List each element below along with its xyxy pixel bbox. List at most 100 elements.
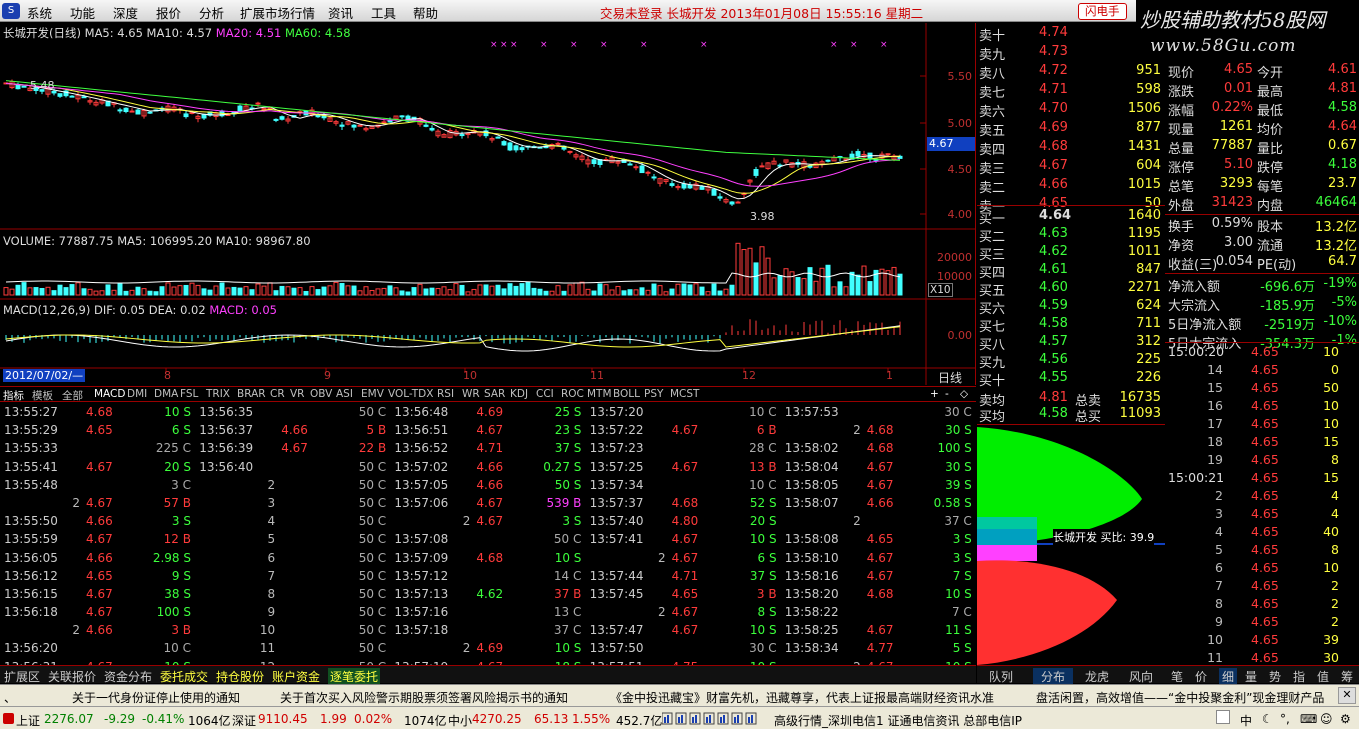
buy-level[interactable]: 买二 4.63 1195 <box>977 225 1165 245</box>
tick-row[interactable]: 13:58:25 4.67 11 S <box>781 621 976 639</box>
realtime-tick-row[interactable]: 16 4.65 10 <box>1165 397 1359 415</box>
tick-row[interactable]: 11 50 C <box>195 639 390 657</box>
tick-row[interactable]: 10 50 C <box>195 621 390 639</box>
tick-row[interactable]: 13:56:15 4.67 38 S <box>0 585 195 603</box>
tick-row[interactable]: 13:58:04 4.67 30 S <box>781 458 976 476</box>
realtime-tick-row[interactable]: 4 4.65 40 <box>1165 523 1359 541</box>
tick-row[interactable]: 13:58:20 4.68 10 S <box>781 585 976 603</box>
tick-row[interactable]: 4 50 C <box>195 512 390 530</box>
tab-macd[interactable]: MACD <box>94 388 125 400</box>
tick-row[interactable]: 13:57:20 10 C <box>586 403 781 421</box>
tab-queue[interactable]: 队列 <box>989 668 1013 685</box>
close-icon[interactable]: ✕ <box>1338 687 1356 704</box>
tab-vol-tdx[interactable]: VOL-TDX <box>388 388 433 400</box>
realtime-tick-row[interactable]: 5 4.65 8 <box>1165 541 1359 559</box>
index-sz-label[interactable]: 深证 <box>232 712 256 729</box>
menu-quote[interactable]: 报价 <box>156 3 181 22</box>
buy-level[interactable]: 买七 4.58 711 <box>977 315 1165 335</box>
tick-row[interactable]: 13:55:27 4.68 10 S <box>0 403 195 421</box>
tab-extended-area[interactable]: 扩展区 <box>4 668 40 685</box>
tick-row[interactable]: 13:57:09 4.68 10 S <box>390 549 585 567</box>
buy-level[interactable]: 买九 4.56 225 <box>977 351 1165 371</box>
tick-row[interactable]: 13:57:34 10 C <box>586 476 781 494</box>
tick-row[interactable]: 13:57:47 4.67 10 S <box>586 621 781 639</box>
tick-row[interactable]: 13:57:22 4.67 6 B <box>586 421 781 439</box>
tab-trend[interactable]: 势 <box>1269 668 1281 685</box>
tick-row[interactable]: 13:57:41 4.67 10 S <box>586 530 781 548</box>
tick-row[interactable]: 13:58:34 4.77 5 S <box>781 639 976 657</box>
tick-row[interactable]: 13:55:59 4.67 12 B <box>0 530 195 548</box>
chart-svg[interactable]: × × × × × × × × × × × <box>0 23 976 385</box>
tick-row[interactable]: 13:57:25 4.67 13 B <box>586 458 781 476</box>
tab-dmi[interactable]: DMI <box>127 388 147 400</box>
tick-row[interactable]: 13:58:22 7 C <box>781 603 976 621</box>
ime-logo-icon[interactable] <box>1216 710 1230 724</box>
realtime-tick-row[interactable]: 9 4.65 2 <box>1165 613 1359 631</box>
tick-row[interactable]: 13:56:05 4.66 2.98 S <box>0 549 195 567</box>
tab-trix[interactable]: TRIX <box>206 388 230 400</box>
tab-asi[interactable]: ASI <box>336 388 353 400</box>
tab-vr[interactable]: VR <box>290 388 304 400</box>
tick-row[interactable]: 13:58:16 4.67 7 S <box>781 567 976 585</box>
news-item[interactable]: 关于首次买入风险警示期股票须签署风险揭示书的通知 <box>280 689 568 706</box>
buy-level[interactable]: 买三 4.62 1011 <box>977 243 1165 263</box>
tick-row[interactable]: 13:57:44 4.71 37 S <box>586 567 781 585</box>
menu-analysis[interactable]: 分析 <box>199 3 224 22</box>
tab-psy[interactable]: PSY <box>644 388 663 400</box>
tick-row[interactable]: 13:57:06 4.67 539 B <box>390 494 585 512</box>
tab-roc[interactable]: ROC <box>561 388 584 400</box>
tick-row[interactable]: 9 50 C <box>195 603 390 621</box>
news-item[interactable]: 关于一代身份证停止使用的通知 <box>72 689 240 706</box>
sell-level[interactable]: 卖五 4.69 877 <box>977 119 1165 139</box>
tab-order-deals[interactable]: 委托成交 <box>160 668 208 685</box>
tab-tick-orders[interactable]: 逐笔委托 <box>328 668 381 685</box>
menu-tools[interactable]: 工具 <box>371 3 396 22</box>
realtime-tick-row[interactable]: 8 4.65 2 <box>1165 595 1359 613</box>
tab-distribution[interactable]: 分布 <box>1033 668 1074 685</box>
tab-indicator[interactable]: 指标 <box>3 388 24 403</box>
tick-row[interactable]: 2 4.67 3 S <box>390 512 585 530</box>
flash-trade-button[interactable]: 闪电手 <box>1078 3 1127 20</box>
tick-row[interactable]: 13:57:18 37 C <box>390 621 585 639</box>
realtime-tick-row[interactable]: 18 4.65 15 <box>1165 433 1359 451</box>
tick-row[interactable]: 13:56:20 10 C <box>0 639 195 657</box>
tab-kdj[interactable]: KDJ <box>510 388 528 400</box>
tab-template[interactable]: 模板 <box>32 388 53 403</box>
menu-news[interactable]: 资讯 <box>328 3 353 22</box>
realtime-tick-row[interactable]: 3 4.65 4 <box>1165 505 1359 523</box>
tick-row[interactable]: 13:57:45 4.65 3 B <box>586 585 781 603</box>
tick-row[interactable]: 13:58:05 4.67 39 S <box>781 476 976 494</box>
tick-row[interactable]: 2 4.67 57 B <box>0 494 195 512</box>
news-item[interactable]: 盘活闲置，高效增值——“金中投聚金利”现金理财产品 <box>1036 689 1324 706</box>
tick-row[interactable]: 2 4.67 8 S <box>586 603 781 621</box>
realtime-tick-row[interactable]: 15:00:21 4.65 15 <box>1165 469 1359 487</box>
server-status[interactable]: 高级行情_深圳电信1 证通电信资讯 总部电信IP <box>774 712 1022 729</box>
tab-dma[interactable]: DMA <box>154 388 178 400</box>
tab-emv[interactable]: EMV <box>361 388 384 400</box>
tick-row[interactable]: 13:58:10 4.67 3 S <box>781 549 976 567</box>
tick-row[interactable]: 13:55:41 4.67 20 S <box>0 458 195 476</box>
tick-row[interactable]: 13:56:52 4.71 37 S <box>390 439 585 457</box>
tab-all[interactable]: 全部 <box>62 388 83 403</box>
tab-mcst[interactable]: MCST <box>670 388 699 400</box>
buy-level[interactable]: 买八 4.57 312 <box>977 333 1165 353</box>
tick-row[interactable]: 13:57:16 13 C <box>390 603 585 621</box>
tab-value[interactable]: 值 <box>1317 668 1329 685</box>
ime-keyboard-icon[interactable]: ⌨ <box>1300 712 1317 726</box>
tick-row[interactable]: 3 50 C <box>195 494 390 512</box>
tab-fund-distribution[interactable]: 资金分布 <box>104 668 152 685</box>
tick-row[interactable]: 13:56:48 4.69 25 S <box>390 403 585 421</box>
tab-index[interactable]: 指 <box>1293 668 1305 685</box>
tick-row[interactable]: 13:57:23 28 C <box>586 439 781 457</box>
tab-rsi[interactable]: RSI <box>437 388 454 400</box>
tick-row[interactable]: 13:57:05 4.66 50 S <box>390 476 585 494</box>
tab-sar[interactable]: SAR <box>484 388 505 400</box>
tab-brar[interactable]: BRAR <box>237 388 266 400</box>
tick-row[interactable]: 13:57:50 30 C <box>586 639 781 657</box>
tick-row[interactable]: 13:56:18 4.67 100 S <box>0 603 195 621</box>
tick-row[interactable]: 13:55:29 4.65 6 S <box>0 421 195 439</box>
realtime-tick-row[interactable]: 2 4.65 4 <box>1165 487 1359 505</box>
ime-user-icon[interactable]: ☺ <box>1320 712 1333 726</box>
tab-cr[interactable]: CR <box>270 388 285 400</box>
tick-row[interactable]: 13:57:08 50 C <box>390 530 585 548</box>
